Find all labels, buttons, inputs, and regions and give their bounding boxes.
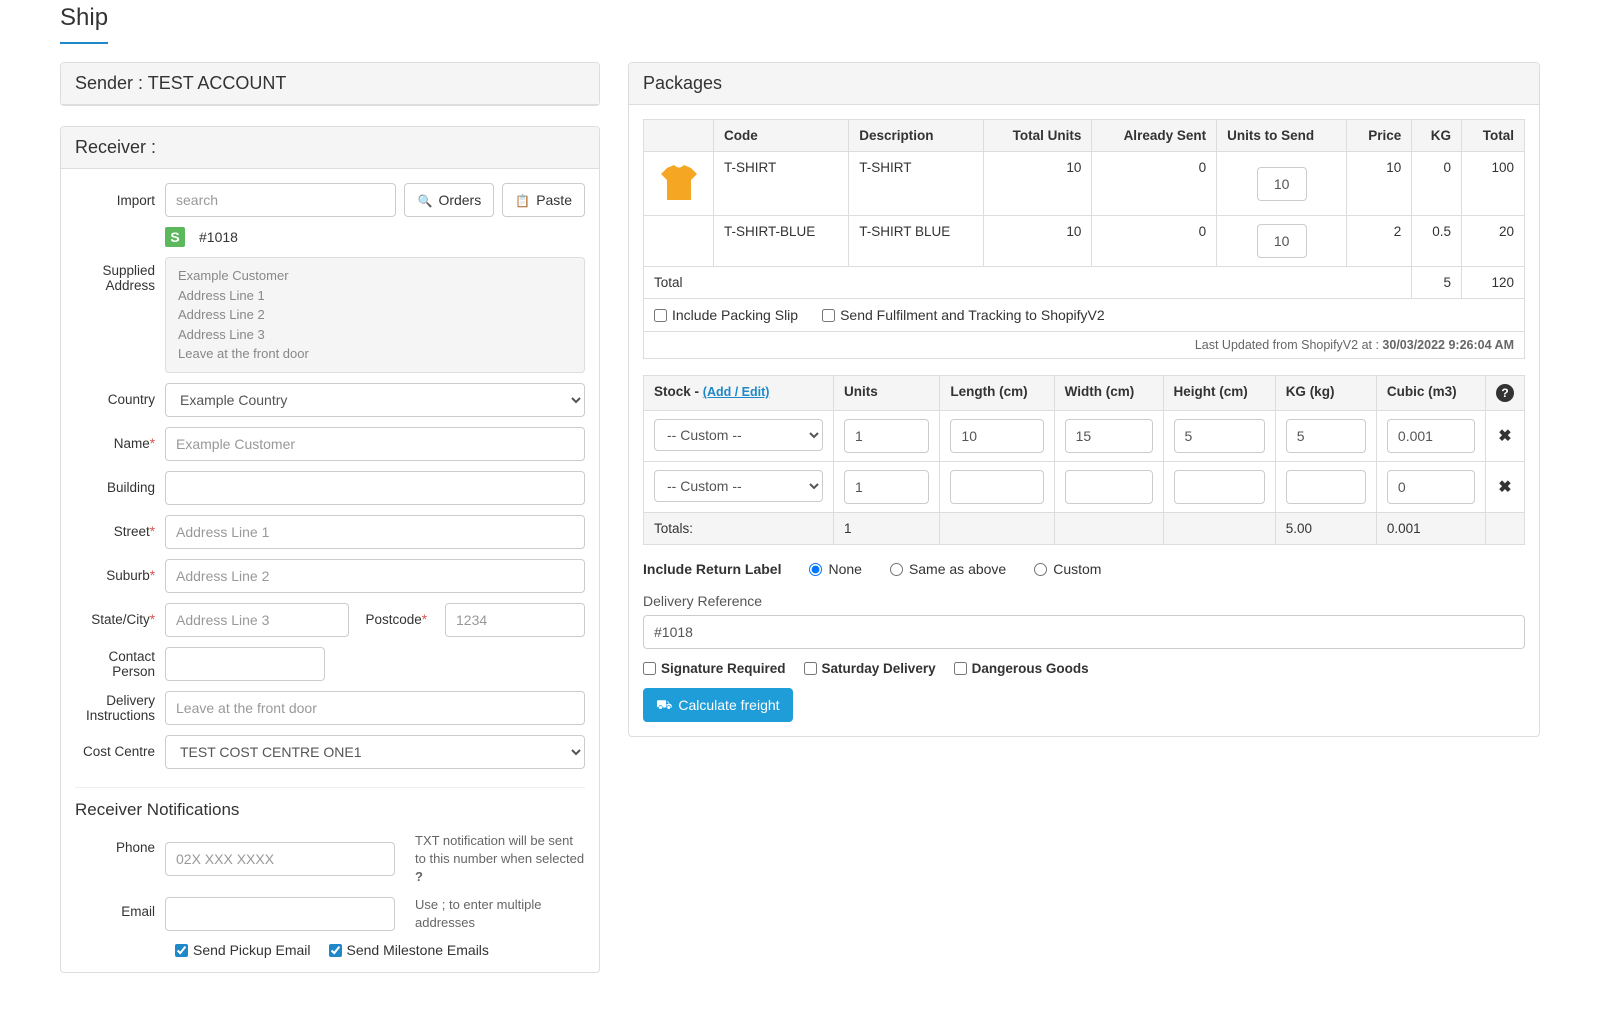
- cost-centre-select[interactable]: TEST COST CENTRE ONE1: [165, 735, 585, 769]
- supplied-label: Supplied Address: [75, 257, 165, 293]
- return-custom-radio[interactable]: Custom: [1034, 561, 1101, 577]
- stock-cubic-input[interactable]: [1387, 419, 1475, 453]
- units-to-send-input[interactable]: [1257, 224, 1307, 258]
- saturday-checkbox[interactable]: Saturday Delivery: [804, 661, 936, 676]
- stock-kg-input[interactable]: [1286, 419, 1366, 453]
- stock-width-input[interactable]: [1065, 419, 1153, 453]
- stock-row: -- Custom -- ✖: [644, 411, 1525, 462]
- stock-units-input[interactable]: [844, 419, 929, 453]
- truck-icon: [656, 696, 672, 715]
- delivery-ref-input[interactable]: [643, 615, 1525, 649]
- return-label-label: Include Return Label: [643, 561, 781, 577]
- name-label: Name: [114, 436, 150, 451]
- paste-icon: [515, 192, 530, 208]
- phone-input[interactable]: [165, 842, 395, 876]
- delivery-ref-label: Delivery Reference: [643, 593, 1525, 609]
- dangerous-goods-checkbox[interactable]: Dangerous Goods: [954, 661, 1089, 676]
- last-updated: Last Updated from ShopifyV2 at : 30/03/2…: [643, 332, 1525, 359]
- send-fulfilment-checkbox[interactable]: Send Fulfilment and Tracking to ShopifyV…: [822, 307, 1105, 323]
- import-label: Import: [75, 193, 165, 208]
- street-input[interactable]: [165, 515, 585, 549]
- country-label: Country: [75, 392, 165, 407]
- packages-total-row: Total 5 120: [644, 267, 1525, 299]
- building-input[interactable]: [165, 471, 585, 505]
- search-icon: [417, 192, 432, 208]
- instructions-label: Delivery Instructions: [75, 693, 165, 723]
- state-label: State/City: [91, 612, 150, 627]
- supplied-address-box: Example Customer Address Line 1 Address …: [165, 257, 585, 373]
- stock-add-edit-link[interactable]: (Add / Edit): [703, 385, 770, 399]
- postcode-input[interactable]: [445, 603, 585, 637]
- contact-input[interactable]: [165, 647, 325, 681]
- stock-totals-row: Totals: 1 5.00 0.001: [644, 513, 1525, 545]
- stock-height-input[interactable]: [1174, 470, 1265, 504]
- stock-row: -- Custom -- ✖: [644, 462, 1525, 513]
- stock-units-input[interactable]: [844, 470, 929, 504]
- send-pickup-checkbox[interactable]: Send Pickup Email: [175, 942, 311, 958]
- stock-cubic-input[interactable]: [1387, 470, 1475, 504]
- receiver-panel: Receiver : Import Orders Paste S: [60, 126, 600, 973]
- suburb-input[interactable]: [165, 559, 585, 593]
- return-none-radio[interactable]: None: [809, 561, 861, 577]
- sender-panel: Sender : TEST ACCOUNT: [60, 62, 600, 106]
- sender-heading: Sender : TEST ACCOUNT: [61, 63, 599, 105]
- packing-slip-checkbox[interactable]: Include Packing Slip: [654, 307, 798, 323]
- name-input[interactable]: [165, 427, 585, 461]
- return-same-radio[interactable]: Same as above: [890, 561, 1006, 577]
- state-input[interactable]: [165, 603, 349, 637]
- notifications-heading: Receiver Notifications: [75, 800, 585, 820]
- email-input[interactable]: [165, 897, 395, 931]
- package-row: T-SHIRT-BLUE T-SHIRT BLUE 10 0 2 0.5 20: [644, 216, 1525, 267]
- stock-kg-input[interactable]: [1286, 470, 1366, 504]
- stock-height-input[interactable]: [1174, 419, 1265, 453]
- page-title: Ship: [60, 0, 108, 44]
- signature-checkbox[interactable]: Signature Required: [643, 661, 786, 676]
- packages-table: Code Description Total Units Already Sen…: [643, 119, 1525, 299]
- contact-label: Contact Person: [75, 649, 165, 679]
- package-row: T-SHIRT T-SHIRT 10 0 10 0 100: [644, 152, 1525, 216]
- stock-table: Stock - (Add / Edit) Units Length (cm) W…: [643, 375, 1525, 545]
- shopify-icon: S: [165, 227, 185, 247]
- phone-help: TXT notification will be sent to this nu…: [415, 832, 585, 887]
- send-milestone-checkbox[interactable]: Send Milestone Emails: [329, 942, 489, 958]
- remove-row-icon[interactable]: ✖: [1498, 479, 1511, 496]
- remove-row-icon[interactable]: ✖: [1498, 428, 1511, 445]
- help-icon[interactable]: ?: [1496, 384, 1514, 402]
- email-help: Use ; to enter multiple addresses: [415, 896, 585, 932]
- packages-heading: Packages: [629, 63, 1539, 105]
- stock-length-input[interactable]: [950, 419, 1043, 453]
- country-select[interactable]: Example Country: [165, 383, 585, 417]
- cost-centre-label: Cost Centre: [75, 744, 165, 759]
- stock-length-input[interactable]: [950, 470, 1043, 504]
- instructions-input[interactable]: [165, 691, 585, 725]
- paste-button[interactable]: Paste: [502, 183, 585, 217]
- import-search-input[interactable]: [165, 183, 396, 217]
- stock-type-select[interactable]: -- Custom --: [654, 470, 823, 502]
- phone-label: Phone: [75, 832, 165, 855]
- building-label: Building: [75, 480, 165, 495]
- stock-width-input[interactable]: [1065, 470, 1153, 504]
- packages-panel: Packages Code Description Total Units Al…: [628, 62, 1540, 737]
- units-to-send-input[interactable]: [1257, 167, 1307, 201]
- street-label: Street: [114, 524, 150, 539]
- calculate-freight-button[interactable]: Calculate freight: [643, 688, 793, 722]
- suburb-label: Suburb: [106, 568, 150, 583]
- receiver-heading: Receiver :: [61, 127, 599, 169]
- postcode-label: Postcode: [365, 612, 421, 627]
- stock-type-select[interactable]: -- Custom --: [654, 419, 823, 451]
- order-ref: #1018: [199, 229, 238, 245]
- tshirt-icon: [657, 160, 701, 204]
- orders-button[interactable]: Orders: [404, 183, 494, 217]
